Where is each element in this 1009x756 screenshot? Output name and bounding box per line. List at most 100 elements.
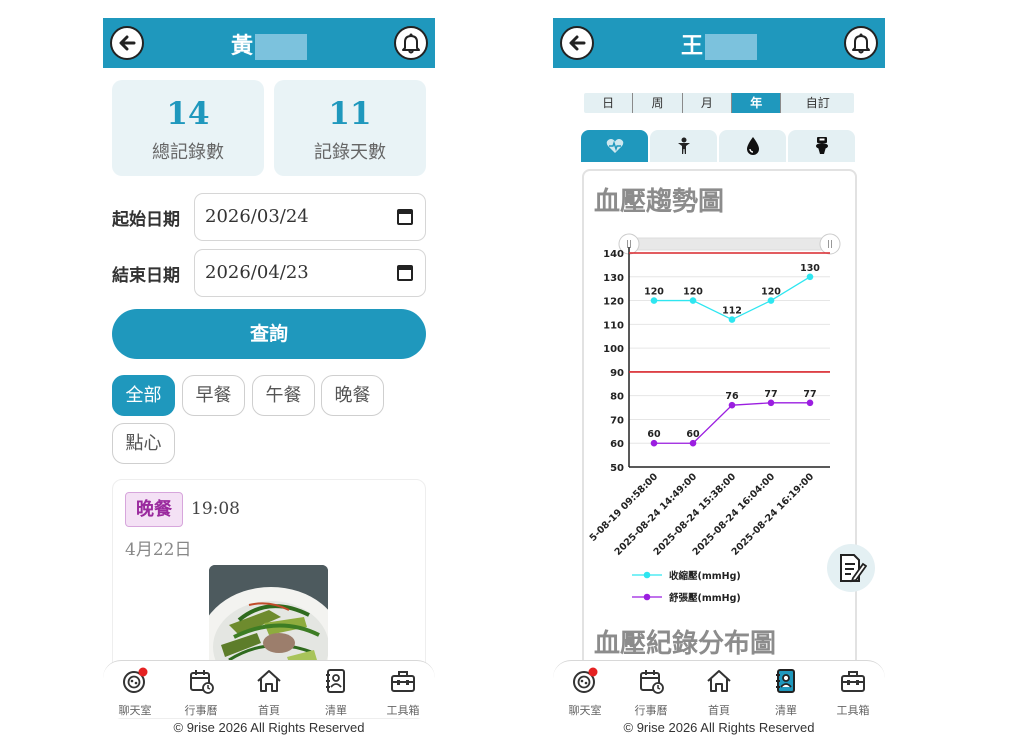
filter-all[interactable]: 全部 xyxy=(112,375,175,416)
y-tick-label: 100 xyxy=(603,344,624,355)
nav-label: 工具箱 xyxy=(836,704,870,717)
record-days-card: 11 記錄天數 xyxy=(274,80,426,176)
data-point xyxy=(650,297,658,304)
data-label: 76 xyxy=(725,391,739,402)
header-bar: 王 xyxy=(553,18,885,68)
diet-record-screen: 黃 14 總記錄數 11 記錄天數 起始日期 2026/03/24 結束日期 2… xyxy=(103,18,435,738)
nav-calendar[interactable]: 行事曆 xyxy=(171,667,231,718)
calendar-icon[interactable] xyxy=(397,209,413,225)
home-icon xyxy=(257,670,281,692)
tab-excretion[interactable] xyxy=(788,130,855,162)
start-date-row: 起始日期 2026/03/24 xyxy=(112,193,426,241)
meal-date: 4月22日 xyxy=(125,540,192,560)
period-custom[interactable]: 自訂 xyxy=(781,93,854,113)
filter-snack[interactable]: 點心 xyxy=(112,423,175,464)
legend-marker xyxy=(643,571,651,579)
contact-book-icon xyxy=(326,669,345,693)
data-point xyxy=(728,316,736,323)
nav-label: 首頁 xyxy=(258,704,280,717)
meal-type-badge: 晚餐 xyxy=(125,492,183,527)
data-point xyxy=(767,399,775,407)
y-tick-label: 90 xyxy=(610,368,624,379)
end-date-value: 2026/04/23 xyxy=(205,262,309,283)
page-title: 黃 xyxy=(103,28,435,60)
filter-dinner[interactable]: 晚餐 xyxy=(321,375,384,416)
total-records-value: 14 xyxy=(166,96,210,132)
edit-record-button[interactable] xyxy=(827,544,875,592)
end-date-row: 結束日期 2026/04/23 xyxy=(112,249,426,297)
nav-toolbox[interactable]: 工具箱 xyxy=(373,667,433,718)
y-tick-label: 70 xyxy=(610,415,624,426)
page-title: 王 xyxy=(553,28,885,60)
y-tick-label: 80 xyxy=(610,392,624,403)
nav-chatroom[interactable]: 聊天室 xyxy=(105,667,165,718)
nav-label: 首頁 xyxy=(708,704,730,717)
blood-pressure-screen: 王 日 周 月 年 自訂 血壓趨勢圖 50 60 70 80 90 100 110 120 13… xyxy=(553,18,885,738)
calendar-icon[interactable] xyxy=(397,265,413,281)
series-line-diastolic xyxy=(654,402,810,444)
blood-drop-icon xyxy=(746,137,759,155)
data-point xyxy=(767,297,775,304)
chart-card: 血壓趨勢圖 50 60 70 80 90 100 110 120 130 140 120 120 112… xyxy=(582,169,857,669)
legend-label: 收縮壓(mmHg) xyxy=(669,570,741,582)
tab-blood-pressure[interactable] xyxy=(581,130,648,162)
nav-label: 行事曆 xyxy=(184,704,218,717)
data-label: 77 xyxy=(764,389,777,400)
filter-lunch[interactable]: 午餐 xyxy=(252,375,315,416)
chart-title: 血壓趨勢圖 xyxy=(594,187,725,217)
end-date-input[interactable]: 2026/04/23 xyxy=(194,249,426,297)
record-days-value: 11 xyxy=(328,96,372,132)
home-icon xyxy=(707,670,731,692)
data-point xyxy=(806,399,814,407)
y-tick-label: 130 xyxy=(603,273,624,284)
period-day[interactable]: 日 xyxy=(584,93,634,113)
toolbox-icon xyxy=(391,671,415,692)
person-icon xyxy=(677,137,690,154)
nav-label: 行事曆 xyxy=(634,704,668,717)
period-month[interactable]: 月 xyxy=(683,93,733,113)
legend-label: 舒張壓(mmHg) xyxy=(669,592,741,604)
filter-breakfast[interactable]: 早餐 xyxy=(182,375,245,416)
start-date-input[interactable]: 2026/03/24 xyxy=(194,193,426,241)
meal-photo[interactable] xyxy=(209,565,328,675)
chat-icon xyxy=(123,667,148,693)
start-date-value: 2026/03/24 xyxy=(205,206,309,227)
query-button[interactable]: 查詢 xyxy=(112,309,426,359)
y-tick-label: 120 xyxy=(603,297,624,308)
nav-label: 清單 xyxy=(325,704,347,717)
data-point xyxy=(689,439,697,447)
nav-list[interactable]: 清單 xyxy=(306,667,366,718)
category-tabs xyxy=(581,130,857,162)
data-label: 112 xyxy=(722,306,742,317)
tab-body[interactable] xyxy=(650,130,717,162)
data-point xyxy=(650,439,658,447)
range-handle-right[interactable] xyxy=(819,233,841,255)
bell-icon xyxy=(402,33,420,54)
nav-home[interactable]: 首頁 xyxy=(689,667,749,718)
period-week[interactable]: 周 xyxy=(633,93,683,113)
calendar-clock-icon xyxy=(190,670,214,694)
nav-label: 聊天室 xyxy=(568,704,602,717)
nav-label: 聊天室 xyxy=(118,704,152,717)
y-tick-label: 140 xyxy=(603,249,624,260)
bottom-navigation: 聊天室 行事曆 首頁 清單 工具箱 xyxy=(553,660,885,718)
nav-home[interactable]: 首頁 xyxy=(239,667,299,718)
nav-calendar[interactable]: 行事曆 xyxy=(621,667,681,718)
copyright-text: © 9rise 2026 All Rights Reserved xyxy=(623,720,815,735)
period-year[interactable]: 年 xyxy=(732,93,782,113)
blood-pressure-chart: 50 60 70 80 90 100 110 120 130 140 120 120 112 120 130… xyxy=(588,233,841,604)
notification-button[interactable] xyxy=(394,26,428,60)
name-redaction xyxy=(255,34,307,60)
nav-chatroom[interactable]: 聊天室 xyxy=(555,667,615,718)
meal-time: 19:08 xyxy=(191,499,240,519)
range-navigator[interactable] xyxy=(628,237,831,251)
nav-list[interactable]: 清單 xyxy=(756,667,816,718)
nav-toolbox[interactable]: 工具箱 xyxy=(823,667,883,718)
copyright-text: © 9rise 2026 All Rights Reserved xyxy=(173,720,365,735)
notification-button[interactable] xyxy=(844,26,878,60)
bell-icon xyxy=(852,33,870,54)
tab-blood-sugar[interactable] xyxy=(719,130,786,162)
data-label: 77 xyxy=(803,389,816,400)
data-label: 120 xyxy=(644,287,664,298)
calendar-clock-icon xyxy=(640,670,664,694)
